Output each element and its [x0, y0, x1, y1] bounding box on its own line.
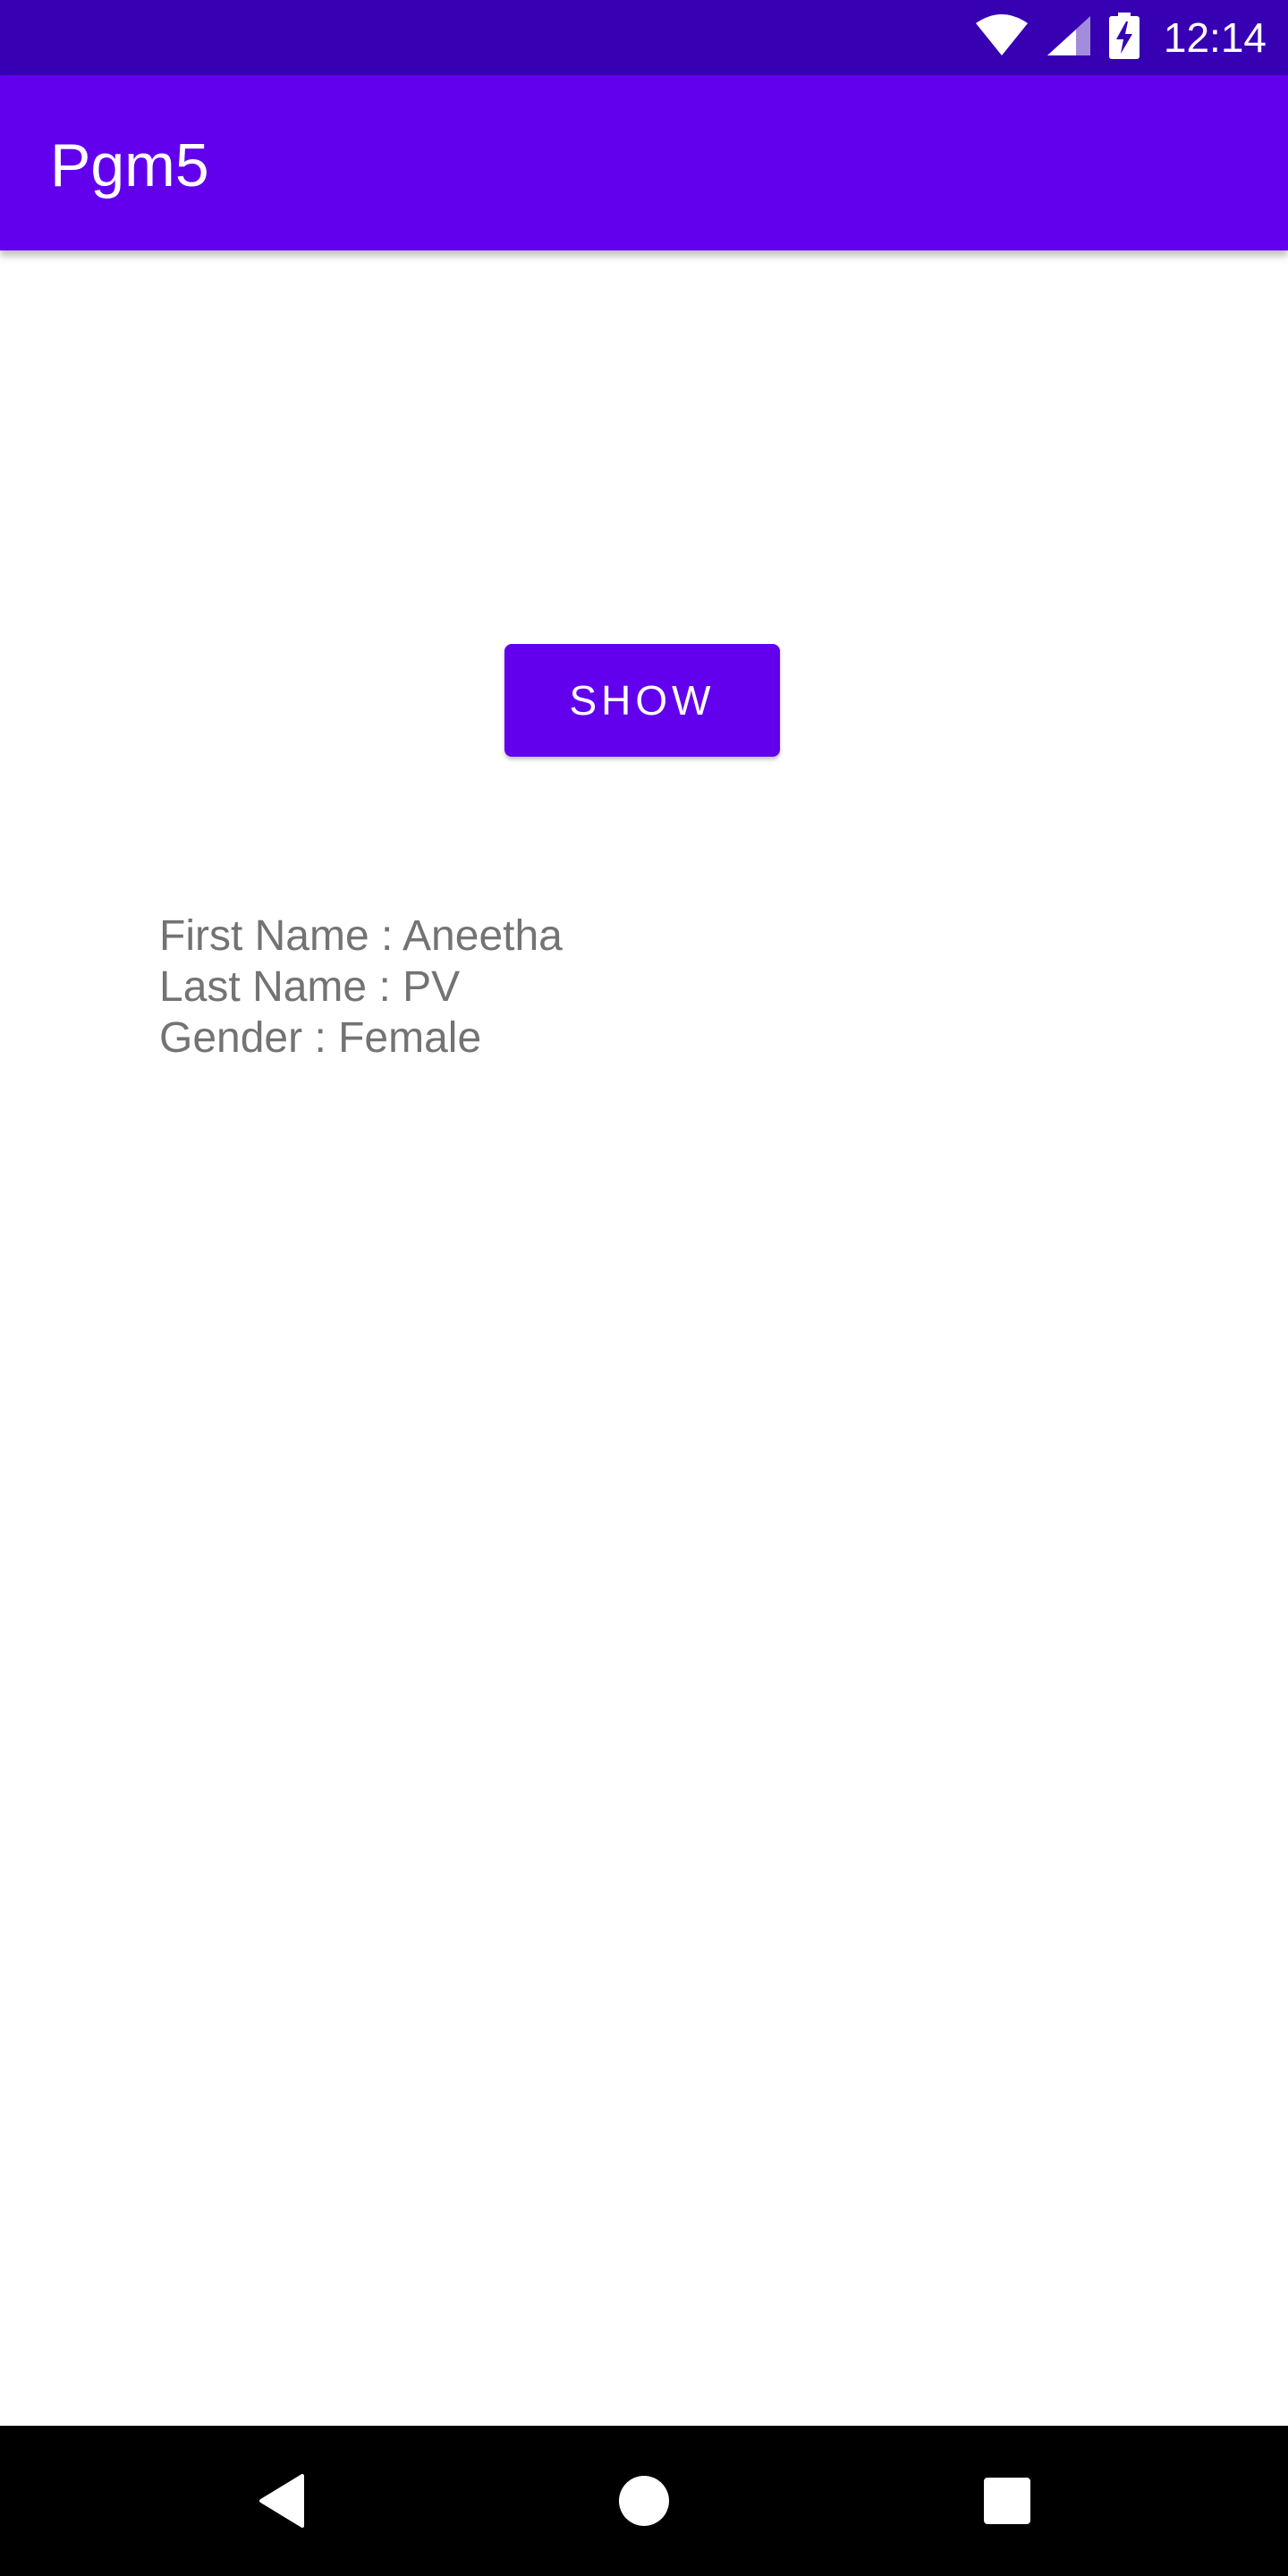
status-bar: 12:14 — [0, 0, 1288, 75]
first-name-line: First Name : Aneetha — [159, 912, 563, 960]
battery-charging-icon — [1108, 12, 1140, 64]
gender-line: Gender : Female — [159, 1014, 482, 1062]
recents-button[interactable] — [932, 2426, 1082, 2576]
app-bar: Pgm5 — [0, 75, 1288, 250]
cellular-signal-icon — [1046, 14, 1092, 62]
home-button[interactable] — [569, 2426, 719, 2576]
app-title: Pgm5 — [50, 131, 209, 199]
back-icon — [259, 2474, 304, 2528]
wifi-icon — [974, 13, 1030, 62]
recents-icon — [984, 2478, 1030, 2524]
home-icon — [619, 2476, 669, 2526]
info-text: First Name : Aneetha Last Name : PV Gend… — [159, 911, 563, 1063]
show-button[interactable]: SHOW — [504, 644, 780, 757]
navigation-bar — [0, 2426, 1288, 2576]
status-icons: 12:14 — [974, 0, 1267, 75]
back-button[interactable] — [208, 2426, 358, 2576]
last-name-line: Last Name : PV — [159, 963, 461, 1011]
app-screen: 12:14 Pgm5 SHOW First Name : Aneetha Las… — [0, 0, 1288, 2576]
status-time: 12:14 — [1163, 14, 1267, 61]
